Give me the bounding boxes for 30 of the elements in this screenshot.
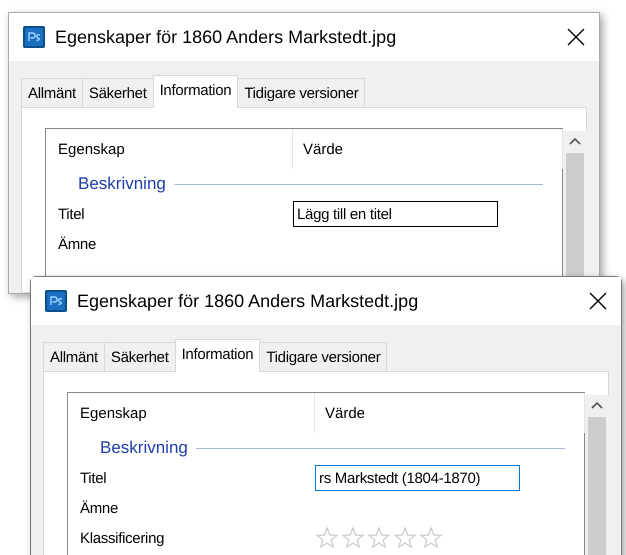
app-icon — [23, 26, 45, 48]
property-name: Titel — [79, 470, 108, 486]
tab[interactable]: Tidigare versioner — [237, 78, 366, 107]
close-icon[interactable] — [589, 292, 607, 310]
star-icon[interactable] — [315, 526, 339, 550]
app-icon — [45, 290, 67, 312]
tab[interactable]: Allmänt — [21, 78, 83, 107]
title-field[interactable]: rs Markstedt (1804-1870) — [315, 465, 520, 491]
group-header: Beskrivning — [78, 174, 166, 194]
title-field[interactable]: Lägg till en titel — [293, 201, 498, 227]
tab[interactable]: Information — [174, 339, 260, 372]
star-icon[interactable] — [419, 526, 443, 550]
property-name: Titel — [57, 206, 86, 222]
window-title: Egenskaper för 1860 Anders Markstedt.jpg — [55, 26, 398, 48]
star-icon[interactable] — [393, 526, 417, 550]
property-name: Ämne — [57, 236, 97, 252]
property-name: Klassificering — [79, 530, 166, 546]
tab[interactable]: Information — [152, 75, 238, 108]
scroll-thumb[interactable] — [588, 417, 606, 555]
property-name: Ämne — [79, 500, 119, 516]
group-header: Beskrivning — [100, 438, 188, 458]
scrollbar[interactable] — [585, 395, 609, 555]
close-icon[interactable] — [567, 28, 585, 46]
column-header[interactable]: Egenskap — [48, 129, 293, 169]
star-icon[interactable] — [341, 526, 365, 550]
tab[interactable]: Tidigare versioner — [259, 342, 388, 371]
star-icon[interactable] — [367, 526, 391, 550]
window-title: Egenskaper för 1860 Anders Markstedt.jpg — [77, 290, 420, 312]
column-header[interactable]: Egenskap — [70, 393, 315, 433]
tab[interactable]: Allmänt — [43, 342, 105, 371]
